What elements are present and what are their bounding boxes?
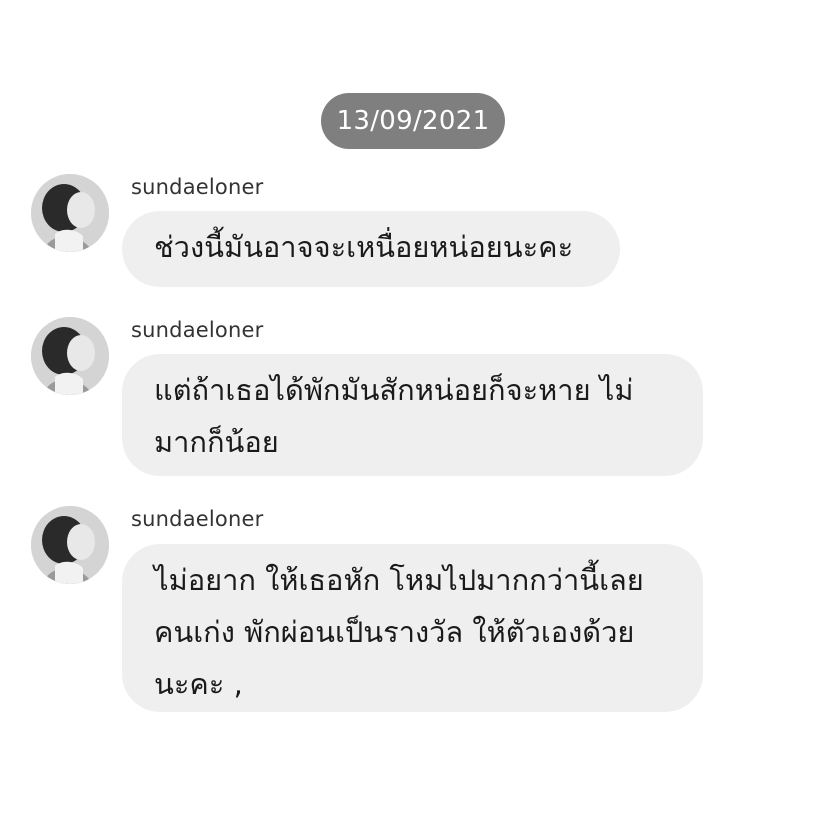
avatar-photo-icon xyxy=(31,317,109,395)
sender-username[interactable]: sundaeloner xyxy=(131,507,263,531)
sender-username[interactable]: sundaeloner xyxy=(131,318,263,342)
avatar[interactable] xyxy=(31,174,109,252)
avatar-photo-icon xyxy=(31,174,109,252)
avatar-photo-icon xyxy=(31,506,109,584)
sender-username[interactable]: sundaeloner xyxy=(131,175,263,199)
message-bubble[interactable]: ไม่อยาก ให้เธอหัก โหมไปมากกว่านี้เลย คนเ… xyxy=(122,544,703,712)
message-bubble[interactable]: ช่วงนี้มันอาจจะเหนื่อยหน่อยนะคะ xyxy=(122,211,620,287)
message-bubble[interactable]: แต่ถ้าเธอได้พักมันสักหน่อยก็จะหาย ไม่ มา… xyxy=(122,354,703,476)
avatar[interactable] xyxy=(31,317,109,395)
avatar[interactable] xyxy=(31,506,109,584)
date-divider: 13/09/2021 xyxy=(321,93,505,149)
